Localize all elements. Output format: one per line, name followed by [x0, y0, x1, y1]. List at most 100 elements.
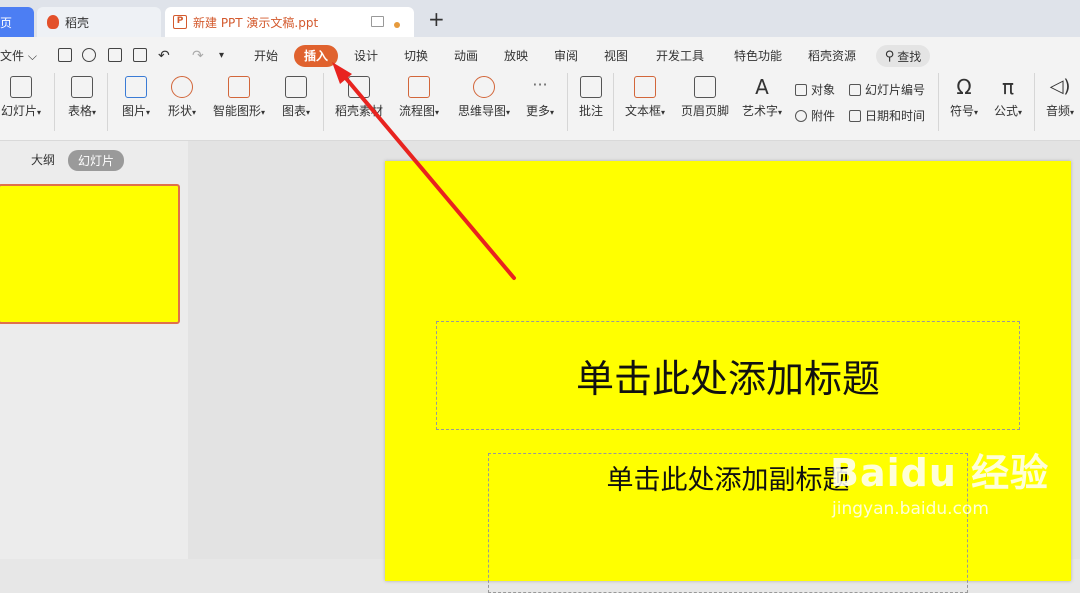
- comment-button[interactable]: 批注: [574, 76, 608, 119]
- flowchart-icon: [408, 76, 430, 98]
- daoke-flame-icon: [47, 15, 59, 29]
- pi-icon: π: [1001, 75, 1015, 99]
- tab-outline[interactable]: 大纲: [31, 151, 55, 168]
- more-label: 更多: [525, 104, 550, 118]
- watermark-logo: Baidu 经验: [830, 451, 1050, 495]
- datetime-label: 日期和时间: [865, 109, 926, 123]
- smartart-icon: [228, 76, 250, 98]
- print-preview-icon[interactable]: [133, 48, 147, 62]
- material-icon: [348, 76, 370, 98]
- separator: [567, 73, 568, 131]
- picture-label: 图片: [121, 104, 146, 118]
- chart-button[interactable]: 图表▾: [276, 76, 316, 119]
- picture-icon: [125, 76, 147, 98]
- mindmap-icon: [473, 76, 495, 98]
- object-icon: [795, 83, 807, 96]
- wordart-button[interactable]: A 艺术字▾: [737, 76, 787, 119]
- menu-features[interactable]: 特色功能: [734, 45, 782, 67]
- shape-label: 形状: [167, 104, 192, 118]
- chart-icon: [285, 76, 307, 98]
- table-button[interactable]: 表格▾: [62, 76, 102, 119]
- shape-icon: [171, 76, 193, 98]
- menu-transition[interactable]: 切换: [404, 45, 428, 67]
- print-icon[interactable]: [108, 48, 122, 62]
- slide-number-icon: [849, 83, 861, 96]
- tab-daoke-label: 稻壳: [65, 15, 90, 30]
- formula-label: 公式: [993, 104, 1018, 118]
- menu-file-label: 文件: [0, 49, 25, 63]
- customize-icon[interactable]: ▾: [219, 45, 224, 67]
- separator: [613, 73, 614, 131]
- shape-button[interactable]: 形状▾: [162, 76, 202, 119]
- symbol-label: 符号: [949, 104, 974, 118]
- menu-animation[interactable]: 动画: [454, 45, 478, 67]
- wordart-label: 艺术字: [741, 104, 778, 118]
- menu-insert[interactable]: 插入: [294, 45, 339, 67]
- slide-number-label: 幻灯片编号: [865, 83, 926, 97]
- header-footer-button[interactable]: 页眉页脚: [678, 76, 732, 119]
- watermark: Baidu 经验 jingyan.baidu.com: [830, 442, 1049, 519]
- menu-design[interactable]: 设计: [354, 45, 378, 67]
- title-placeholder[interactable]: 单击此处添加标题: [436, 321, 1020, 430]
- wordart-icon: A: [755, 75, 769, 99]
- search-label: 查找: [897, 49, 922, 64]
- textbox-label: 文本框: [624, 104, 661, 118]
- attachment-button[interactable]: 附件: [795, 107, 835, 124]
- menu-start[interactable]: 开始: [254, 45, 278, 67]
- slide-thumbnail[interactable]: [0, 184, 180, 324]
- symbol-button[interactable]: Ω 符号▾: [944, 76, 984, 119]
- menu-review[interactable]: 审阅: [554, 45, 578, 67]
- comment-label: 批注: [578, 104, 603, 118]
- search-button[interactable]: ⚲ 查找: [876, 45, 930, 67]
- attachment-label: 附件: [811, 109, 836, 123]
- new-slide-label: 幻灯片: [0, 104, 37, 118]
- audio-button[interactable]: ◁) 音频▾: [1040, 76, 1080, 119]
- material-label: 稻壳素材: [334, 104, 383, 118]
- tab-slides[interactable]: 幻灯片: [68, 150, 125, 171]
- ppt-file-icon: P: [173, 15, 187, 29]
- tab-document[interactable]: P 新建 PPT 演示文稿.ppt: [165, 7, 414, 37]
- redo-icon[interactable]: ↷: [192, 45, 204, 67]
- picture-button[interactable]: 图片▾: [116, 76, 156, 119]
- new-slide-icon: [10, 76, 32, 98]
- tab-daoke[interactable]: 稻壳: [37, 7, 161, 37]
- object-label: 对象: [811, 83, 836, 97]
- slide-number-button[interactable]: 幻灯片编号: [849, 81, 925, 98]
- unsaved-dot-icon: [394, 22, 400, 28]
- new-slide-button[interactable]: 幻灯片▾: [0, 76, 46, 119]
- menu-file[interactable]: 文件 ⌵: [0, 45, 37, 67]
- material-button[interactable]: 稻壳素材: [332, 76, 386, 119]
- speaker-icon: ◁): [1049, 76, 1071, 97]
- attachment-icon: [795, 109, 807, 122]
- flowchart-button[interactable]: 流程图▾: [394, 76, 444, 119]
- separator: [54, 73, 55, 131]
- flowchart-label: 流程图: [398, 104, 435, 118]
- save-icon[interactable]: [58, 48, 72, 62]
- monitor-icon[interactable]: [371, 16, 384, 27]
- comment-icon: [580, 76, 602, 98]
- menu-view[interactable]: 视图: [604, 45, 628, 67]
- separator: [107, 73, 108, 131]
- more-button[interactable]: ··· 更多▾: [520, 76, 560, 119]
- menu-row: 文件 ⌵ ↶ ↷ ▾ 开始 插入 设计 切换 动画 放映 审阅 视图 开发工具 …: [0, 45, 1080, 69]
- formula-button[interactable]: π 公式▾: [988, 76, 1028, 119]
- tab-home-label: 页: [0, 15, 13, 30]
- mindmap-button[interactable]: 思维导图▾: [452, 76, 516, 119]
- undo-icon[interactable]: ↶: [158, 45, 170, 67]
- format-painter-icon[interactable]: [82, 48, 96, 62]
- datetime-button[interactable]: 日期和时间: [849, 107, 925, 124]
- menu-slideshow[interactable]: 放映: [504, 45, 528, 67]
- chart-label: 图表: [281, 104, 306, 118]
- new-tab-button[interactable]: +: [428, 7, 445, 31]
- menu-daoke-resources[interactable]: 稻壳资源: [808, 45, 856, 67]
- menu-developer[interactable]: 开发工具: [656, 45, 704, 67]
- object-button[interactable]: 对象: [795, 81, 835, 98]
- audio-label: 音频: [1045, 104, 1070, 118]
- ribbon: 文件 ⌵ ↶ ↷ ▾ 开始 插入 设计 切换 动画 放映 审阅 视图 开发工具 …: [0, 37, 1080, 141]
- separator: [1034, 73, 1035, 131]
- table-icon: [71, 76, 93, 98]
- omega-icon: Ω: [956, 75, 972, 99]
- textbox-button[interactable]: 文本框▾: [620, 76, 670, 119]
- tab-home[interactable]: 页: [0, 7, 34, 37]
- smartart-button[interactable]: 智能图形▾: [208, 76, 270, 119]
